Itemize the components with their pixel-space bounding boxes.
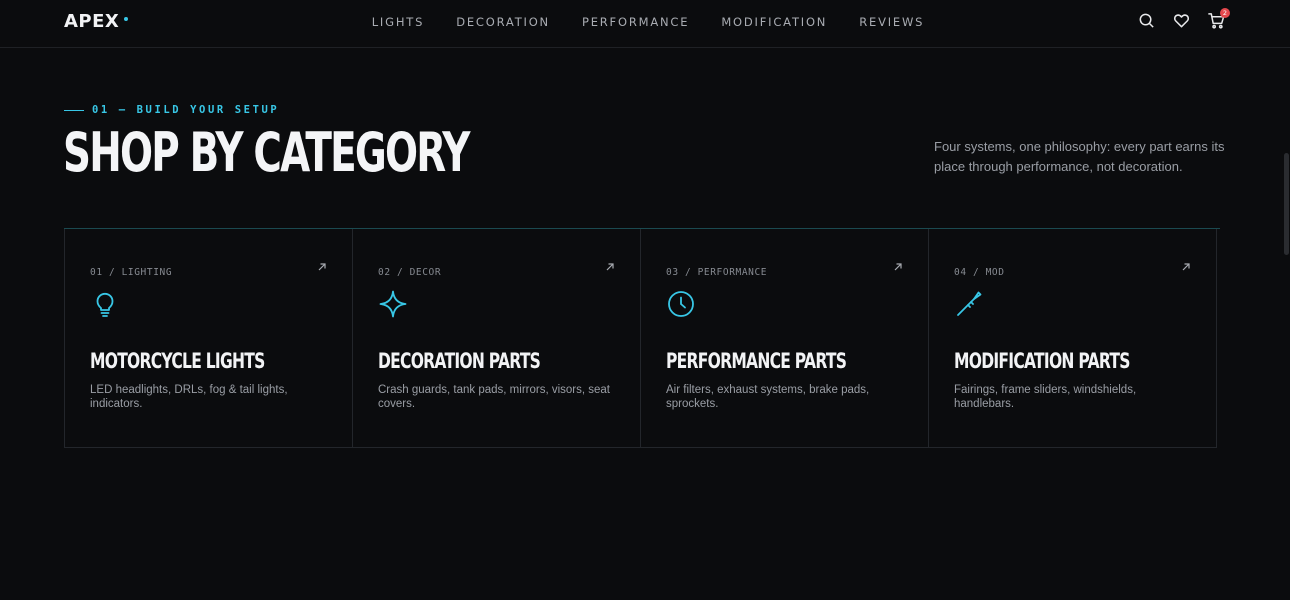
section-title: SHOP BY CATEGORY <box>63 121 470 184</box>
cart-count-badge: 2 <box>1220 8 1230 18</box>
sparkle-icon <box>378 289 408 319</box>
eyebrow-text: 01 — BUILD YOUR SETUP <box>92 104 280 116</box>
card-description: Crash guards, tank pads, mirrors, visors… <box>378 384 610 410</box>
lightbulb-icon <box>90 289 120 319</box>
category-card-performance[interactable]: 03 / PERFORMANCE PERFORMANCE PARTS Air f… <box>640 229 929 448</box>
card-title: MODIFICATION PARTS <box>954 349 1130 373</box>
card-description: LED headlights, DRLs, fog & tail lights,… <box>90 384 288 410</box>
eyebrow-line <box>64 109 84 111</box>
category-card-lighting[interactable]: 01 / LIGHTING MOTORCYCLE LIGHTS LED head… <box>64 229 353 448</box>
nav-link-reviews[interactable]: REVIEWS <box>859 15 924 29</box>
card-description: Fairings, frame sliders, windshields, ha… <box>954 384 1137 410</box>
card-kicker: 03 / PERFORMANCE <box>666 267 768 278</box>
card-title: PERFORMANCE PARTS <box>666 349 847 373</box>
arrow-up-right-icon <box>605 262 615 272</box>
nav-link-modification[interactable]: MODIFICATION <box>721 15 827 29</box>
section-intro: Four systems, one philosophy: every part… <box>934 139 1225 174</box>
heart-icon[interactable] <box>1172 11 1191 30</box>
nav-link-performance[interactable]: PERFORMANCE <box>582 15 689 29</box>
card-kicker: 01 / LIGHTING <box>90 267 173 278</box>
nav-actions: 2 <box>1137 8 1230 30</box>
card-title: MOTORCYCLE LIGHTS <box>90 349 265 373</box>
card-title: DECORATION PARTS <box>378 349 541 373</box>
category-card-decor[interactable]: 02 / DECOR DECORATION PARTS Crash guards… <box>352 229 641 448</box>
card-kicker: 04 / MOD <box>954 267 1005 278</box>
main-menu: LIGHTS DECORATION PERFORMANCE MODIFICATI… <box>0 15 1290 29</box>
arrow-up-right-icon <box>1181 262 1191 272</box>
arrow-up-right-icon <box>317 262 327 272</box>
cart-icon[interactable]: 2 <box>1207 8 1230 30</box>
nav-link-decoration[interactable]: DECORATION <box>456 15 550 29</box>
scrollbar[interactable] <box>1282 48 1290 600</box>
top-nav: APEX LIGHTS DECORATION PERFORMANCE MODIF… <box>0 0 1290 48</box>
category-card-mod[interactable]: 04 / MOD MODIFICATION PARTS Fairings, fr… <box>928 229 1217 448</box>
search-icon[interactable] <box>1137 11 1156 30</box>
section-eyebrow: 01 — BUILD YOUR SETUP <box>64 104 279 116</box>
wand-icon <box>954 289 984 319</box>
nav-link-lights[interactable]: LIGHTS <box>372 15 424 29</box>
category-grid: 01 / LIGHTING MOTORCYCLE LIGHTS LED head… <box>64 228 1220 448</box>
scrollbar-thumb[interactable] <box>1284 153 1289 255</box>
card-kicker: 02 / DECOR <box>378 267 442 278</box>
arrow-up-right-icon <box>893 262 903 272</box>
clock-icon <box>666 289 696 319</box>
card-description: Air filters, exhaust systems, brake pads… <box>666 384 870 410</box>
